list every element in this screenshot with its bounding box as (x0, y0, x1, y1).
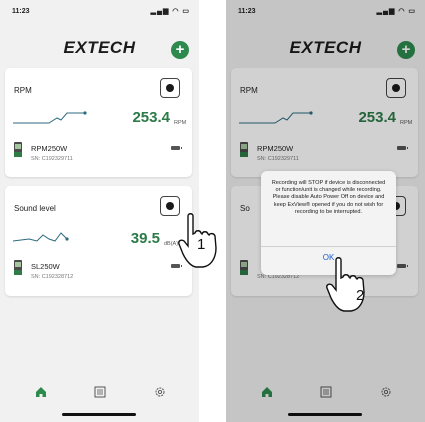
sparkline-icon (12, 232, 69, 242)
status-bar: 11:23 ▂▄▆ ◠ ▭ (9, 6, 190, 18)
status-icons: ▂▄▆ ◠ ▭ (151, 7, 190, 15)
device-card-sound[interactable]: Sound level 39.5 dB(A) SL250W SN: C19232… (5, 186, 192, 296)
gear-icon[interactable] (153, 385, 167, 399)
reading-value: 39.5 (130, 230, 160, 247)
status-time: 11:23 (12, 8, 30, 15)
list-icon[interactable] (93, 385, 107, 399)
step-number: 2 (356, 287, 365, 304)
device-serial: SN: C192328712 (31, 274, 74, 280)
add-device-button[interactable]: + (171, 41, 189, 59)
reading-value: 253.4 (132, 109, 170, 126)
signal-icon: ▂▄▆ (150, 8, 170, 15)
home-indicator (62, 413, 136, 416)
reading-unit: dB(A) (164, 241, 179, 247)
phone-screen-right: 11:23 ▂▄▆ ◠ ▭ EXTECH + RPM 253.4 RPM RPM… (226, 0, 425, 422)
app-logo: EXTECH (63, 38, 136, 57)
dialog-message: Recording will STOP if device is disconn… (271, 180, 386, 215)
reading-unit: RPM (174, 120, 187, 126)
card-title: Sound level (14, 204, 56, 213)
tap-hand-icon (326, 257, 365, 312)
dialog-divider (261, 246, 396, 247)
device-serial: SN: C192329711 (31, 156, 73, 162)
record-button[interactable] (160, 196, 180, 216)
phone-screen-left: 11:23 ▂▄▆ ◠ ▭ EXTECH + RPM 253.4 RPM RPM… (0, 0, 199, 422)
card-title: RPM (14, 86, 32, 95)
sparkline-icon (13, 111, 87, 124)
meter-icon (14, 260, 22, 275)
step-number: 1 (197, 236, 206, 253)
meter-icon (14, 142, 22, 157)
device-name: SL250W (31, 262, 60, 271)
device-card-rpm[interactable]: RPM 253.4 RPM RPM250W SN: C192329711 (5, 68, 192, 177)
home-icon[interactable] (34, 385, 48, 399)
tab-bar (0, 372, 199, 422)
device-name: RPM250W (31, 144, 68, 153)
record-button[interactable] (160, 78, 180, 98)
wifi-icon: ◠ (172, 8, 180, 15)
battery-level-icon (171, 146, 182, 150)
battery-icon: ▭ (182, 8, 190, 15)
